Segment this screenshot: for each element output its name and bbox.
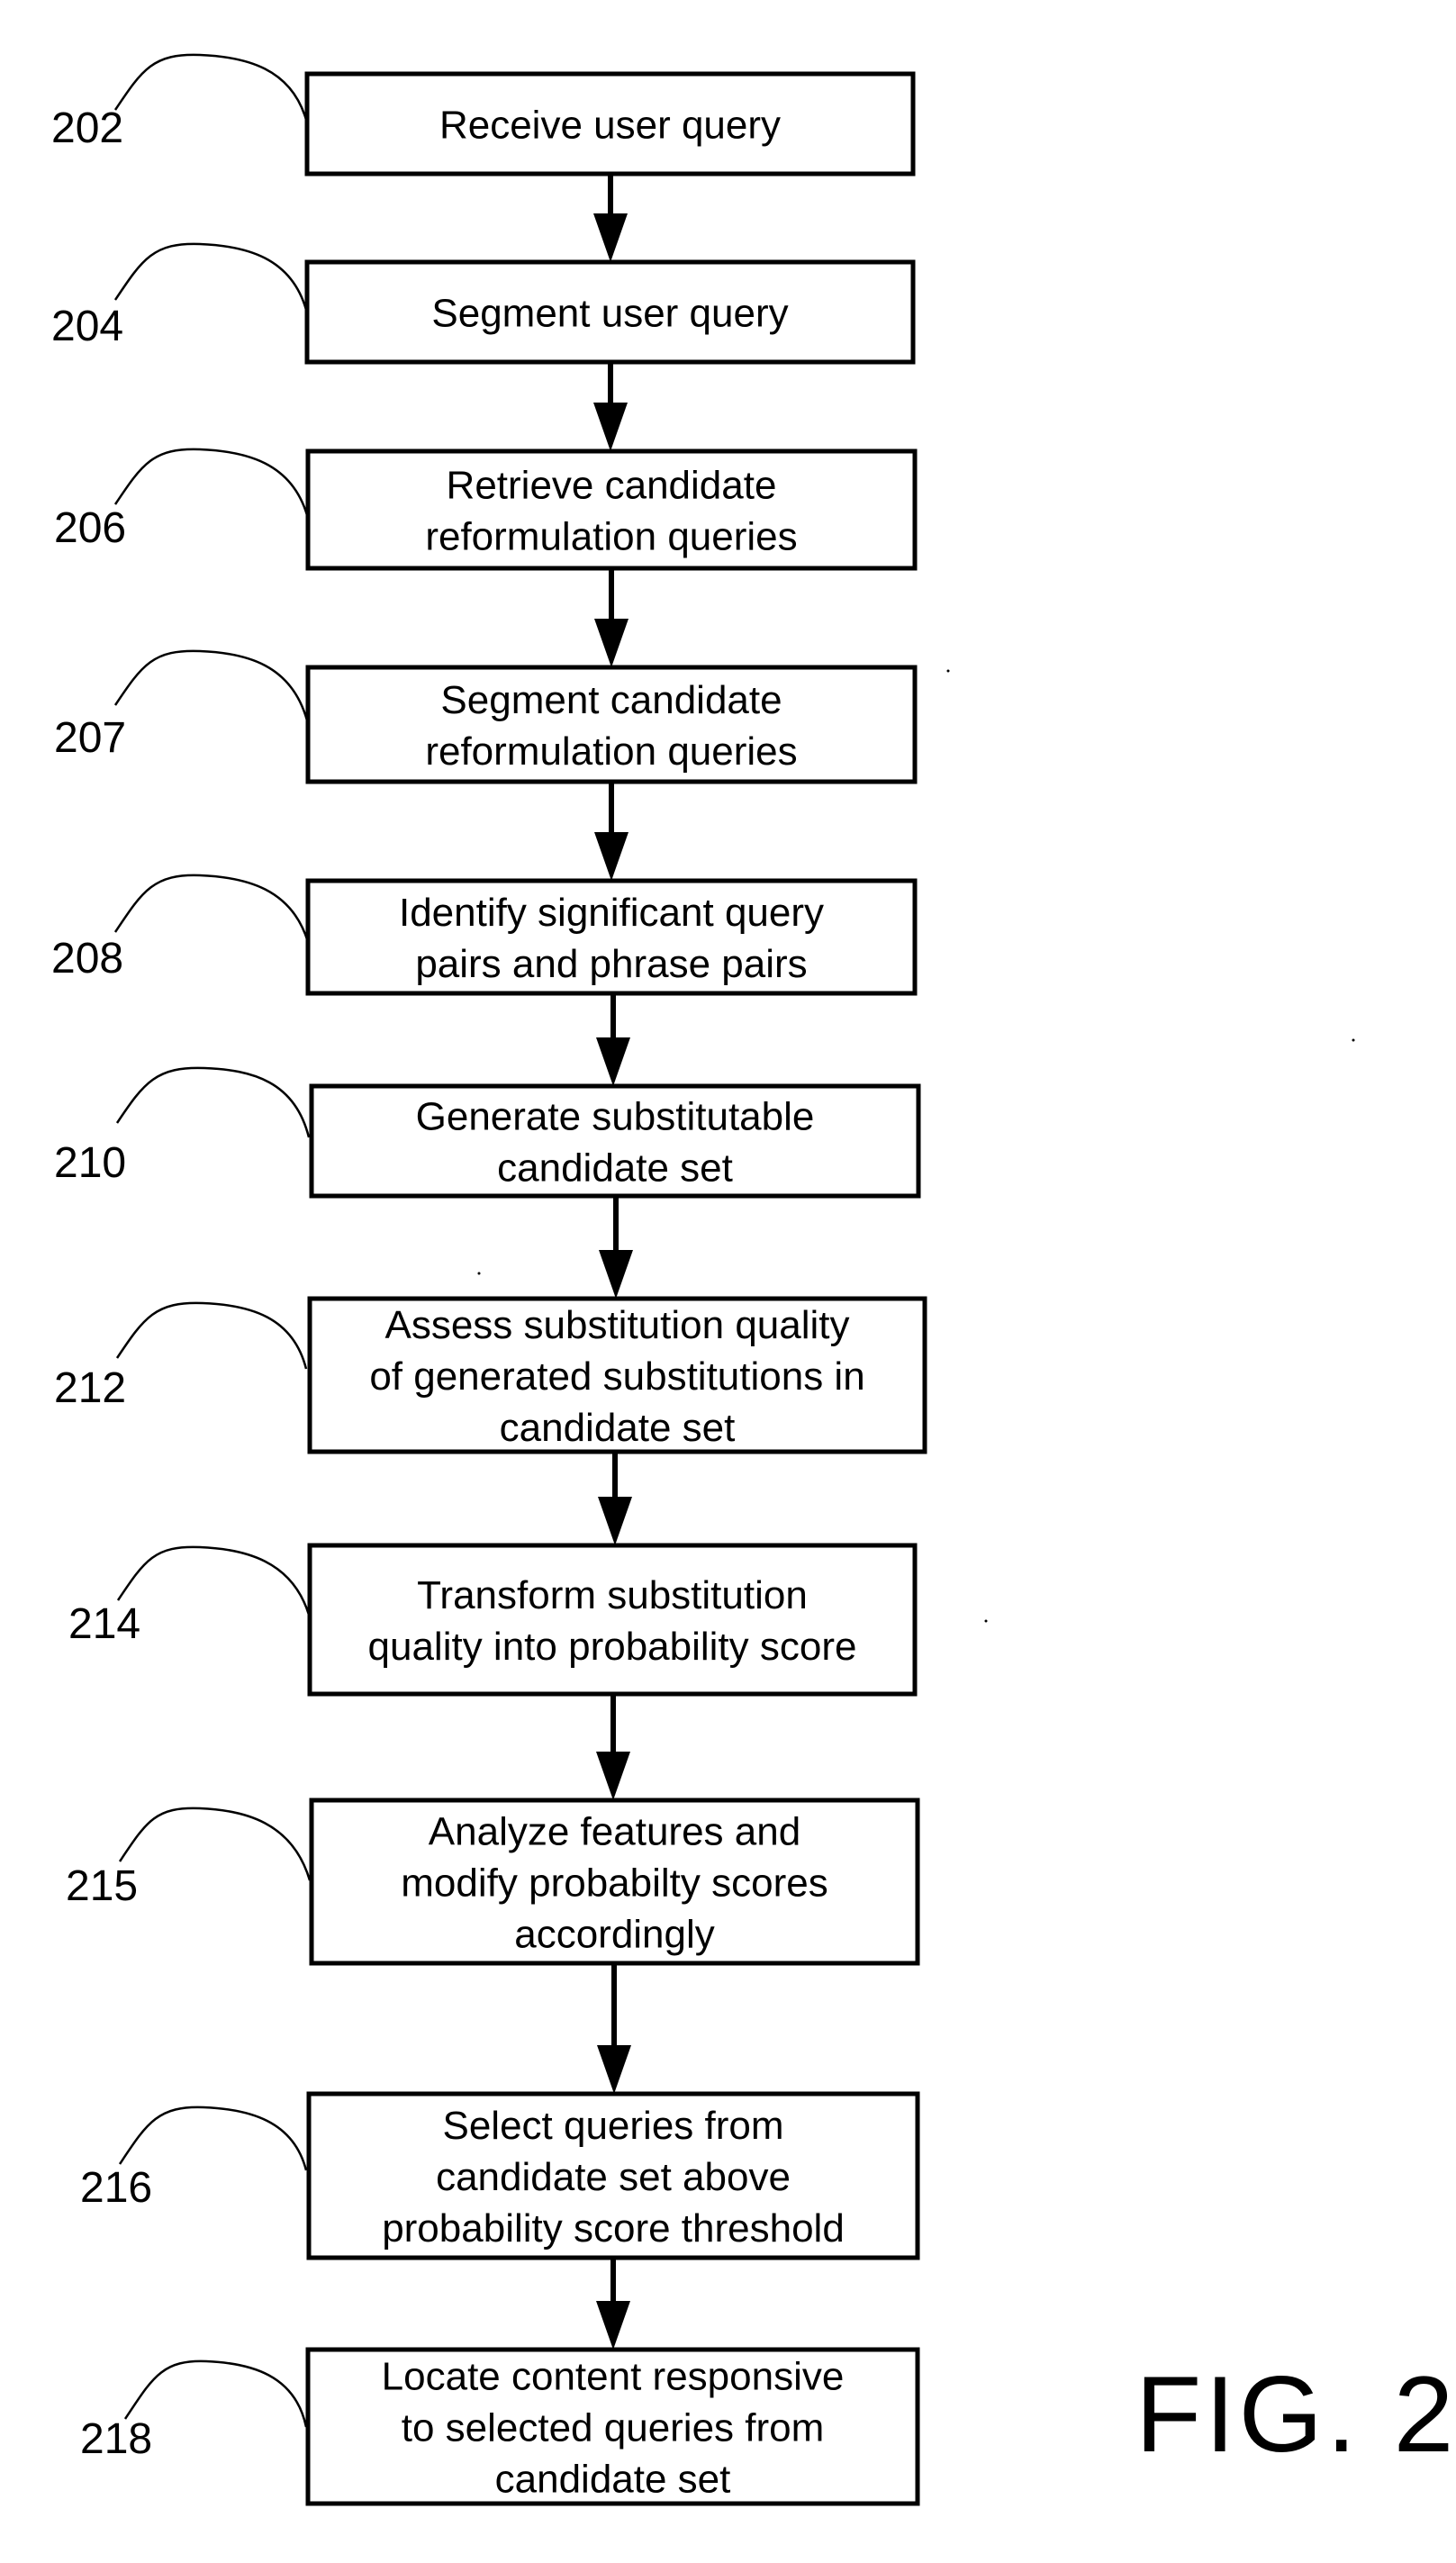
reference-numeral: 210 [54,1139,126,1187]
flow-arrow-210-to-212 [599,1196,633,1299]
process-box-text-line: Receive user query [439,103,781,147]
process-box-text-line: candidate set [495,2457,731,2501]
process-box-text-line: Identify significant query [399,891,824,935]
reference-numeral: 202 [51,104,123,152]
process-box-text-line: quality into probability score [368,1625,857,1669]
process-box-text-line: reformulation queries [425,729,797,774]
process-box-text-line: pairs and phrase pairs [415,942,807,986]
reference-leader-line [113,242,308,311]
process-box-text-line: to selected queries from [402,2405,825,2450]
flow-step-212: 212 Assess substitution quality of generat… [54,1296,927,1454]
arrow-head-icon [593,403,628,451]
flow-arrow-208-to-210 [596,993,630,1086]
flow-step-215: 215 Analyze features and modify probabilty… [66,1798,920,1966]
scan-speck [984,1619,988,1623]
reference-numeral: 208 [51,935,123,983]
reference-leader-line [113,53,308,121]
process-box-text-line: candidate set [497,1146,733,1190]
scan-speck [1352,1038,1355,1042]
flow-step-204: 204 Segment user query [51,242,916,365]
flow-step-216: 216 Select queries from candidate set abov… [80,2091,920,2260]
scan-speck [477,1272,481,1275]
process-box-text-line: probability score threshold [382,2206,845,2251]
scan-speck [946,669,950,673]
flow-arrow-215-to-216 [597,1963,631,2094]
flow-arrow-204-to-206 [593,362,628,451]
reference-numeral: 215 [66,1862,138,1910]
flow-step-214: 214 Transform substitution quality into pr… [68,1543,918,1697]
reference-leader-line [118,1807,312,1881]
arrow-head-icon [599,1250,633,1299]
process-box-text-line: accordingly [514,1912,715,1956]
flowchart-diagram: 202 Receive user query 204 Segment user que… [51,53,1456,2506]
arrow-head-icon [596,1037,630,1086]
process-box-text-line: Assess substitution quality [384,1303,849,1347]
flow-step-218: 218 Locate content responsive to selected … [80,2347,920,2506]
arrow-head-icon [596,2301,630,2350]
flow-step-207: 207 Segment candidate reformulation querie… [54,649,918,784]
process-box-text-line: reformulation queries [425,514,797,558]
reference-leader-line [113,448,309,516]
arrow-head-icon [598,1497,632,1545]
process-box-text-line: Retrieve candidate [447,463,777,507]
reference-numeral: 212 [54,1364,126,1412]
process-box-text-line: candidate set above [436,2155,791,2199]
flow-arrow-202-to-204 [593,174,628,262]
reference-numeral: 206 [54,504,126,552]
reference-leader-line [115,1301,308,1370]
reference-numeral: 204 [51,303,123,350]
flow-step-208: 208 Identify significant query pairs and p… [51,874,918,996]
arrow-head-icon [594,619,629,667]
arrow-head-icon [597,2045,631,2094]
process-box-text-line: Segment candidate [440,678,782,722]
reference-leader-line [116,1545,311,1616]
flow-step-206: 206 Retrieve candidate reformulation queri… [54,448,918,571]
process-box-text-line: Segment user query [431,291,788,335]
process-box-text-line: modify probabilty scores [401,1861,827,1905]
reference-numeral: 216 [80,2164,152,2212]
flow-step-202: 202 Receive user query [51,53,916,177]
process-box-text-line: Locate content responsive [382,2354,845,2398]
flow-arrow-206-to-207 [594,568,629,667]
reference-leader-line [113,649,309,721]
arrow-head-icon [596,1752,630,1800]
flow-arrow-216-to-218 [596,2258,630,2350]
reference-leader-line [118,2106,308,2171]
arrow-head-icon [594,832,629,881]
process-box-text-line: Select queries from [442,2104,783,2148]
reference-leader-line [115,1066,311,1138]
arrow-head-icon [593,213,628,262]
process-box-text-line: Analyze features and [429,1809,800,1853]
process-box-text-line: candidate set [500,1406,736,1450]
process-box-text-line: Generate substitutable [416,1094,815,1138]
reference-leader-line [123,2359,308,2428]
flow-arrow-212-to-214 [598,1452,632,1545]
steps-layer: 202 Receive user query 204 Segment user que… [51,53,927,2506]
process-box-text-line: Transform substitution [417,1573,808,1617]
process-box-text-line: of generated substitutions in [369,1354,864,1399]
figure-title: FIG. 2 [1135,2354,1456,2475]
reference-numeral: 207 [54,714,126,762]
reference-leader-line [113,874,310,943]
reference-numeral: 214 [68,1600,140,1648]
flow-arrow-207-to-208 [594,782,629,881]
reference-numeral: 218 [80,2415,152,2463]
flow-arrow-214-to-215 [596,1694,630,1800]
flow-step-210: 210 Generate substitutable candidate set [54,1066,921,1199]
process-box [307,1543,918,1697]
